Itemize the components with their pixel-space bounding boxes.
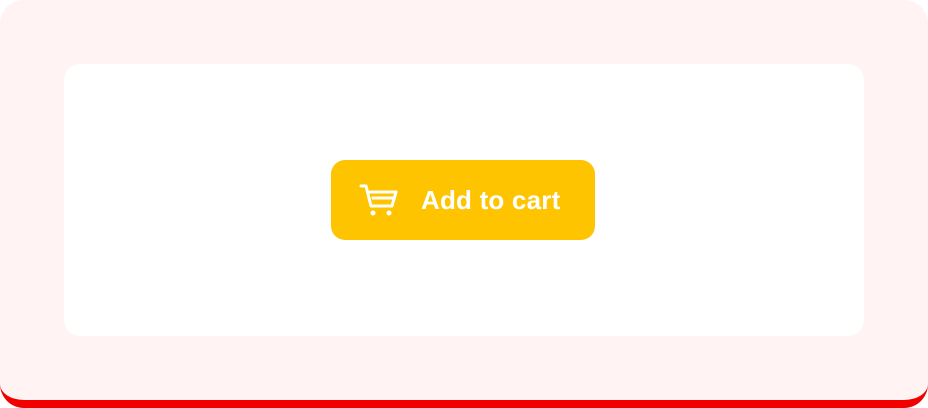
page-frame: Add to cart [0,0,928,408]
add-to-cart-button[interactable]: Add to cart [331,160,595,240]
button-card: Add to cart [64,64,864,336]
shopping-cart-icon [359,180,399,220]
add-to-cart-label: Add to cart [421,185,561,215]
